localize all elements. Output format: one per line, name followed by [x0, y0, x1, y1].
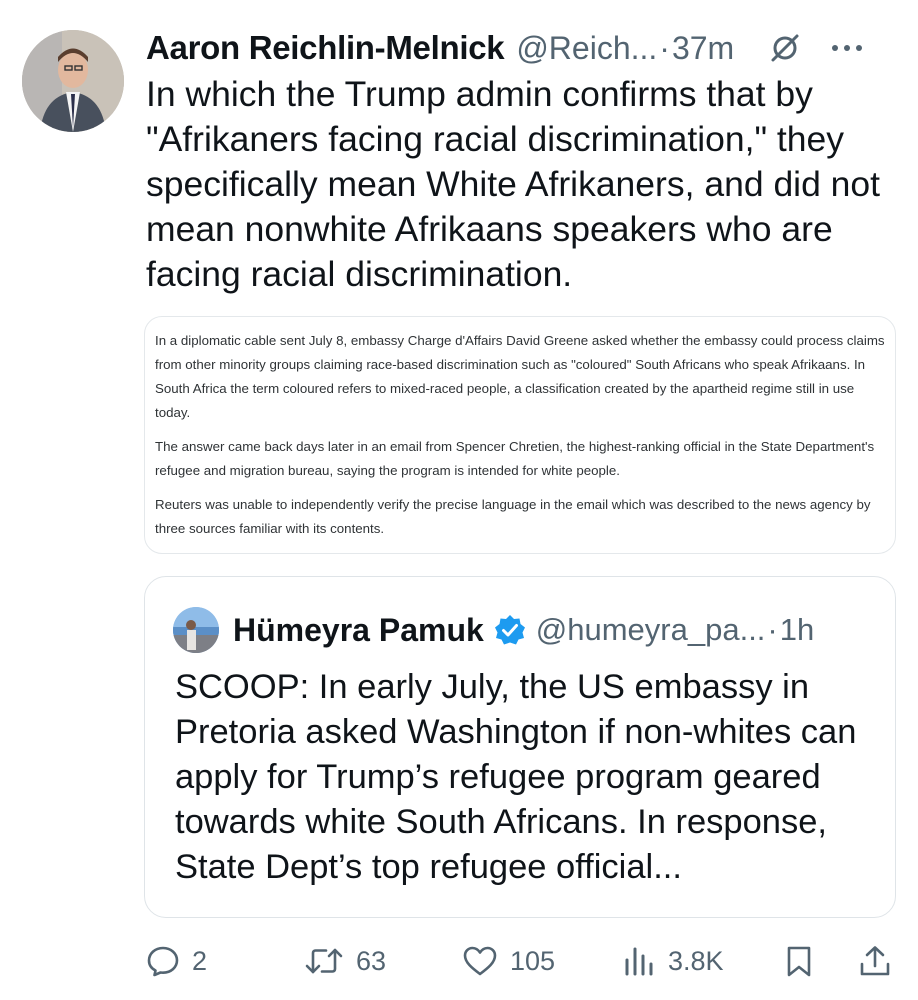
bookmark-button[interactable]: [784, 936, 814, 986]
like-button[interactable]: 105: [462, 936, 555, 986]
excerpt-image[interactable]: In a diplomatic cable sent July 8, embas…: [144, 316, 896, 554]
quoted-author-name[interactable]: Hümeyra Pamuk: [233, 612, 484, 649]
retweet-icon: [305, 948, 343, 974]
action-bar: 2 63 105 3.8K: [144, 936, 896, 986]
author-handle[interactable]: @Reich...: [516, 30, 657, 67]
views-button[interactable]: 3.8K: [622, 936, 724, 986]
tweet-timestamp[interactable]: 37m: [672, 30, 734, 67]
views-count: 3.8K: [668, 945, 724, 976]
tweet-text: In which the Trump admin confirms that b…: [146, 74, 881, 294]
author-avatar[interactable]: [22, 30, 124, 132]
reply-count: 2: [192, 945, 208, 976]
excerpt-paragraph-1: In a diplomatic cable sent July 8, embas…: [155, 333, 885, 420]
bookmark-icon: [787, 946, 811, 977]
verified-icon: [494, 614, 526, 646]
quoted-author-avatar[interactable]: [173, 607, 219, 653]
views-icon: [625, 947, 653, 976]
quoted-tweet[interactable]: Hümeyra Pamuk @humeyra_pa... · 1h SCOOP:…: [144, 576, 896, 918]
tweet-header: Aaron Reichlin-Melnick @Reich... · 37m: [146, 26, 900, 70]
retweet-count: 63: [356, 945, 387, 976]
mute-icon[interactable]: [768, 31, 802, 65]
quoted-author-handle[interactable]: @humeyra_pa...: [536, 612, 766, 648]
separator-dot: ·: [659, 29, 670, 66]
like-icon: [463, 946, 497, 976]
quoted-timestamp[interactable]: 1h: [780, 612, 814, 648]
share-button[interactable]: [858, 936, 892, 986]
quoted-separator-dot: ·: [767, 612, 778, 647]
quoted-tweet-header: Hümeyra Pamuk @humeyra_pa... · 1h: [173, 605, 873, 655]
quoted-tweet-text: SCOOP: In early July, the US embassy in …: [175, 668, 857, 886]
reply-button[interactable]: 2: [146, 936, 207, 986]
excerpt-paragraph-2: The answer came back days later in an em…: [155, 439, 875, 478]
like-count: 105: [510, 945, 556, 976]
excerpt-paragraph-3: Reuters was unable to independently veri…: [155, 497, 871, 536]
more-icon[interactable]: [830, 43, 864, 53]
retweet-button[interactable]: 63: [304, 936, 386, 986]
reply-icon: [147, 946, 179, 977]
author-name[interactable]: Aaron Reichlin-Melnick: [146, 29, 505, 67]
share-icon: [860, 946, 890, 976]
